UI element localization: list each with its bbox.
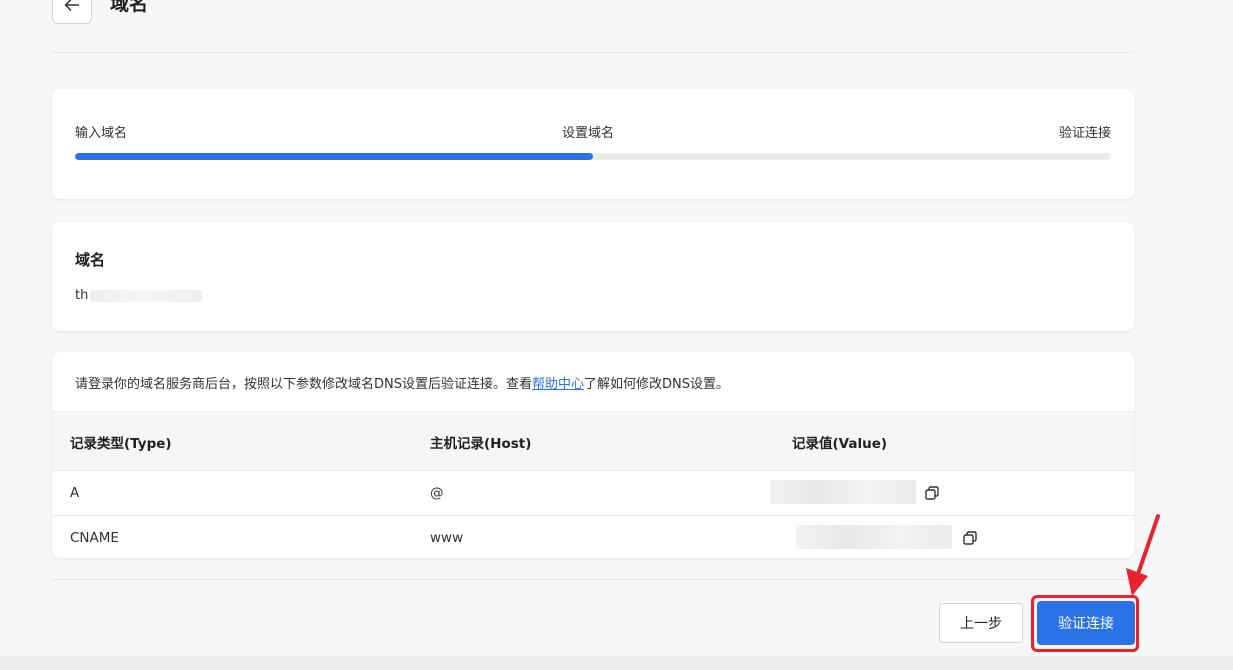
- help-center-link[interactable]: 帮助中心: [532, 377, 584, 392]
- back-button[interactable]: [52, 0, 92, 24]
- progress-card: 输入域名 设置域名 验证连接: [52, 89, 1134, 199]
- record-type: A: [70, 485, 80, 501]
- copy-icon[interactable]: [962, 530, 978, 546]
- copy-icon[interactable]: [924, 485, 940, 501]
- dns-settings-card: 请登录你的域名服务商后台，按照以下参数修改域名DNS设置后验证连接。查看帮助中心…: [52, 352, 1134, 558]
- progress-track: [75, 153, 1111, 160]
- column-header-host: 主机记录(Host): [430, 436, 532, 452]
- instruction-text-end: 了解如何修改DNS设置。: [584, 377, 730, 392]
- bottom-strip: [0, 656, 1233, 670]
- progress-fill: [75, 153, 593, 160]
- dns-table: 记录类型(Type) 主机记录(Host) 记录值(Value) A @ CNA…: [52, 411, 1134, 558]
- header-divider: [52, 52, 1134, 53]
- arrow-left-icon: [64, 0, 79, 12]
- table-row: CNAME www: [52, 516, 1134, 558]
- page-title: 域名: [110, 0, 149, 15]
- table-row: A @: [52, 471, 1134, 516]
- step-set-domain: 设置域名: [562, 126, 615, 141]
- domain-card: 域名 th: [52, 222, 1134, 331]
- footer-divider: [52, 579, 1134, 580]
- column-header-value: 记录值(Value): [792, 436, 888, 452]
- table-header: 记录类型(Type) 主机记录(Host) 记录值(Value): [52, 411, 1134, 471]
- step-input-domain: 输入域名: [75, 126, 128, 141]
- instruction-text: 请登录你的域名服务商后台，按照以下参数修改域名DNS设置后验证连接。查看: [75, 377, 532, 392]
- domain-label: 域名: [75, 251, 106, 269]
- domain-value-redacted: [90, 290, 202, 302]
- record-host: @: [430, 485, 444, 501]
- annotation-arrow-icon: [1126, 514, 1160, 596]
- previous-step-button[interactable]: 上一步: [939, 603, 1023, 643]
- step-verify-connection: 验证连接: [1058, 126, 1111, 141]
- domain-value: th: [75, 288, 89, 303]
- record-host: www: [430, 530, 464, 546]
- top-bar: 域名: [0, 0, 1233, 52]
- dns-instruction: 请登录你的域名服务商后台，按照以下参数修改域名DNS设置后验证连接。查看帮助中心…: [75, 373, 729, 392]
- record-value-redacted: [796, 525, 952, 549]
- column-header-type: 记录类型(Type): [70, 436, 172, 452]
- record-type: CNAME: [70, 530, 119, 546]
- annotation-highlight-box: [1031, 595, 1139, 652]
- record-value-redacted: [770, 480, 916, 504]
